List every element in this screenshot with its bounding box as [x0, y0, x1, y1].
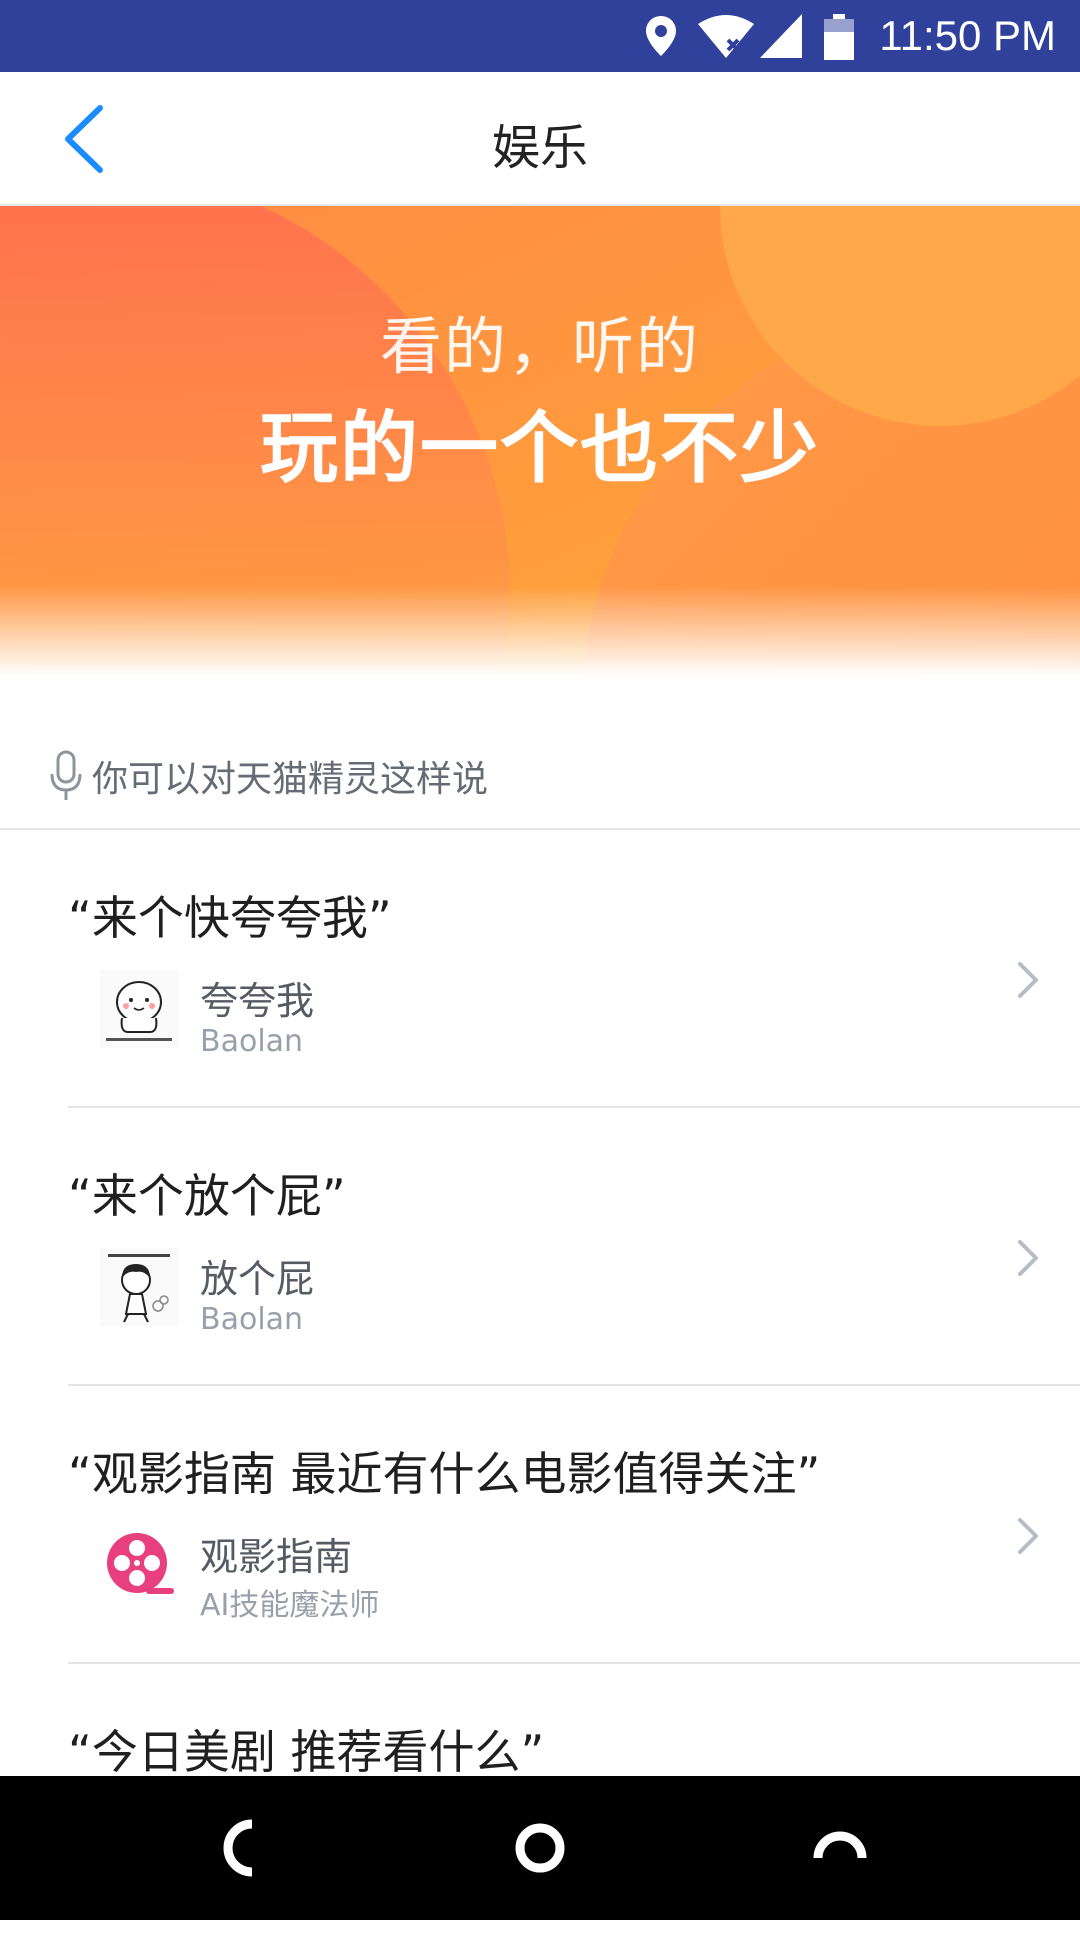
signal-icon — [760, 14, 802, 58]
command-quote: “来个放个屁” — [68, 1169, 346, 1223]
film-reel-icon — [107, 1533, 174, 1594]
chevron-right-icon — [1018, 1240, 1038, 1276]
cartoon-character-icon — [100, 1248, 178, 1326]
list-item[interactable]: “观影指南 最近有什么电影值得关注” 观影指南 AI技能魔法师 — [0, 1386, 1080, 1664]
recents-nav-icon[interactable] — [810, 1818, 870, 1878]
microphone-icon — [50, 750, 82, 800]
voice-hint-row: 你可以对天猫精灵这样说 — [0, 740, 1080, 830]
page-title: 娱乐 — [491, 120, 588, 176]
skill-author: AI技能魔法师 — [200, 1588, 380, 1623]
chevron-right-icon — [1018, 1518, 1038, 1554]
app-header: 娱乐 — [0, 72, 1080, 206]
list-item[interactable]: “来个快夸夸我” 夸夸我 Baolan — [0, 830, 1080, 1108]
cartoon-face-icon — [100, 970, 178, 1048]
skill-name: 观影指南 — [200, 1535, 353, 1579]
system-nav-bar — [0, 1776, 1080, 1920]
voice-hint-text: 你可以对天猫精灵这样说 — [92, 759, 489, 800]
status-bar: 11:50 PM — [0, 0, 1080, 72]
skill-name: 夸夸我 — [200, 979, 315, 1023]
battery-icon — [824, 14, 854, 60]
chevron-right-icon — [1018, 962, 1038, 998]
hero-banner: 看的，听的 玩的一个也不少 — [0, 206, 1080, 676]
skill-name: 放个屁 — [200, 1257, 315, 1301]
banner-title: 玩的一个也不少 — [259, 404, 820, 494]
command-quote: “今日美剧 推荐看什么” — [68, 1725, 545, 1779]
home-nav-icon[interactable] — [510, 1818, 570, 1878]
status-time: 11:50 PM — [879, 12, 1056, 59]
banner-subtitle: 看的，听的 — [379, 310, 700, 383]
skill-author: Baolan — [200, 1302, 304, 1337]
command-quote: “观影指南 最近有什么电影值得关注” — [68, 1447, 821, 1501]
wifi-icon — [698, 15, 754, 58]
location-icon — [646, 16, 676, 56]
back-nav-icon[interactable] — [212, 1818, 272, 1878]
command-quote: “来个快夸夸我” — [68, 891, 392, 945]
skill-author: Baolan — [200, 1024, 304, 1059]
list-item[interactable]: “来个放个屁” 放个屁 Baolan — [0, 1108, 1080, 1386]
